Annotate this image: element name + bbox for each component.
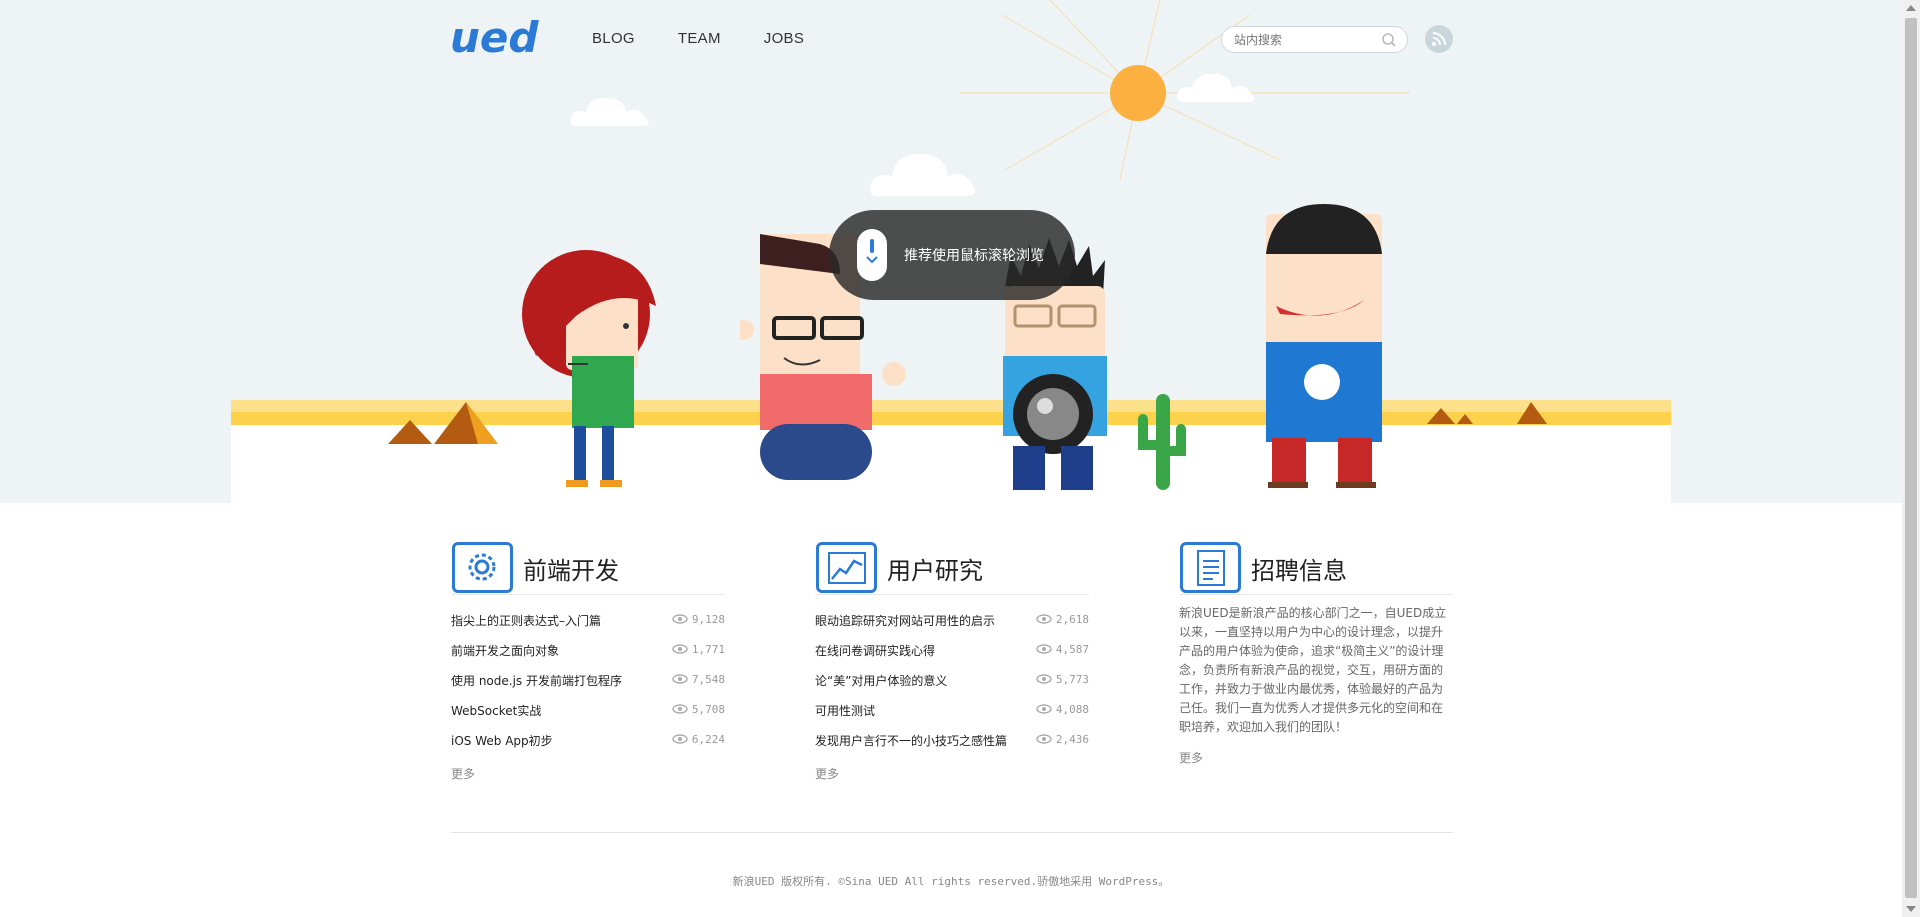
view-count: 4,587 xyxy=(1055,643,1089,656)
list-item: 眼动追踪研究对网站可用性的启示 2,618 xyxy=(815,606,1089,636)
eye-icon xyxy=(1036,644,1052,654)
list-item: 使用 node.js 开发前端打包程序 7,548 xyxy=(451,666,725,696)
scroll-tip: 推荐使用鼠标滚轮浏览 xyxy=(829,210,1075,300)
eye-icon xyxy=(672,614,688,624)
character-red-hair xyxy=(522,250,656,487)
jobs-description: 新浪UED是新浪产品的核心部门之一，自UED成立以来，一直坚持以用户为中心的设计… xyxy=(1179,606,1447,734)
section-header: 用户研究 xyxy=(815,541,1089,595)
main-nav: BLOG TEAM JOBS xyxy=(592,30,804,47)
scrollbar-thumb[interactable] xyxy=(1905,18,1917,898)
nav-jobs[interactable]: JOBS xyxy=(764,30,804,47)
rss-icon xyxy=(1432,32,1446,46)
list-item: 论“美”对用户体验的意义 5,773 xyxy=(815,666,1089,696)
pyramid-icon xyxy=(388,402,498,444)
more-link[interactable]: 更多 xyxy=(1179,749,1453,766)
eye-icon xyxy=(1036,704,1052,714)
list-item: 可用性测试 4,088 xyxy=(815,696,1089,726)
eye-icon xyxy=(1036,614,1052,624)
view-count: 6,224 xyxy=(691,733,725,746)
list-item: 前端开发之面向对象 1,771 xyxy=(451,636,725,666)
article-link[interactable]: iOS Web App初步 xyxy=(451,732,553,749)
section-title: 前端开发 xyxy=(523,558,619,585)
list-item: 指尖上的正则表达式–入门篇 9,128 xyxy=(451,606,725,636)
site-search xyxy=(1221,26,1408,53)
list-item: 发现用户言行不一的小技巧之感性篇 2,436 xyxy=(815,726,1089,756)
section-jobs: 招聘信息 新浪UED是新浪产品的核心部门之一，自UED成立以来，一直坚持以用户为… xyxy=(1179,541,1453,766)
nav-blog[interactable]: BLOG xyxy=(592,30,635,47)
nav-team[interactable]: TEAM xyxy=(678,30,721,47)
cloud-icon xyxy=(570,97,649,126)
article-link[interactable]: 发现用户言行不一的小技巧之感性篇 xyxy=(815,732,1007,749)
article-link[interactable]: 在线问卷调研实践心得 xyxy=(815,642,935,659)
cactus-icon xyxy=(1138,394,1186,490)
footer-copyright: 新浪UED 版权所有. ©Sina UED All rights reserve… xyxy=(732,875,1170,888)
scroll-down-arrow-icon[interactable] xyxy=(1906,906,1916,912)
more-link[interactable]: 更多 xyxy=(451,765,725,782)
gear-icon xyxy=(452,542,513,593)
character-wrench-shirt xyxy=(1266,204,1382,488)
article-link[interactable]: 眼动追踪研究对网站可用性的启示 xyxy=(815,612,995,629)
view-count: 1,771 xyxy=(691,643,725,656)
footer-divider xyxy=(451,832,1453,833)
hero-banner: ued BLOG TEAM JOBS 推荐使用鼠标滚轮浏览 xyxy=(0,0,1902,503)
scroll-tip-text: 推荐使用鼠标滚轮浏览 xyxy=(904,247,1044,263)
section-user-research: 用户研究 眼动追踪研究对网站可用性的启示 2,618 在线问卷调研实践心得 4,58… xyxy=(815,541,1089,782)
article-link[interactable]: 前端开发之面向对象 xyxy=(451,642,559,659)
mouse-icon xyxy=(857,229,887,281)
cloud-icon xyxy=(870,153,975,196)
section-header: 招聘信息 xyxy=(1179,541,1453,595)
more-link[interactable]: 更多 xyxy=(815,765,1089,782)
article-list: 眼动追踪研究对网站可用性的启示 2,618 在线问卷调研实践心得 4,587 论“美… xyxy=(815,606,1089,756)
view-count: 2,618 xyxy=(1055,613,1089,626)
article-link[interactable]: 论“美”对用户体验的意义 xyxy=(815,672,947,689)
pyramid-icon xyxy=(1427,402,1547,424)
rss-button[interactable] xyxy=(1425,25,1453,53)
search-input[interactable] xyxy=(1234,31,1374,49)
section-title: 用户研究 xyxy=(887,558,983,585)
svg-text:ued: ued xyxy=(450,18,539,60)
eye-icon xyxy=(672,704,688,714)
eye-icon xyxy=(672,644,688,654)
view-count: 5,773 xyxy=(1055,673,1089,686)
eye-icon xyxy=(672,734,688,744)
notepad-icon xyxy=(1180,542,1241,593)
list-item: iOS Web App初步 6,224 xyxy=(451,726,725,756)
article-link[interactable]: 可用性测试 xyxy=(815,702,875,719)
section-header: 前端开发 xyxy=(451,541,725,595)
search-icon[interactable] xyxy=(1381,32,1397,48)
article-list: 指尖上的正则表达式–入门篇 9,128 前端开发之面向对象 1,771 使用 nod… xyxy=(451,606,725,756)
section-frontend: 前端开发 指尖上的正则表达式–入门篇 9,128 前端开发之面向对象 1,771 使… xyxy=(451,541,725,782)
eye-icon xyxy=(1036,674,1052,684)
ued-logo[interactable]: ued xyxy=(450,18,560,60)
chart-icon xyxy=(816,542,877,593)
view-count: 4,088 xyxy=(1055,703,1089,716)
page-scrollbar[interactable] xyxy=(1902,0,1920,917)
article-link[interactable]: 指尖上的正则表达式–入门篇 xyxy=(451,612,601,629)
section-title: 招聘信息 xyxy=(1251,558,1347,585)
list-item: WebSocket实战 5,708 xyxy=(451,696,725,726)
scroll-up-arrow-icon[interactable] xyxy=(1906,5,1916,11)
list-item: 在线问卷调研实践心得 4,587 xyxy=(815,636,1089,666)
article-link[interactable]: WebSocket实战 xyxy=(451,702,541,719)
view-count: 2,436 xyxy=(1055,733,1089,746)
view-count: 5,708 xyxy=(691,703,725,716)
view-count: 7,548 xyxy=(691,673,725,686)
eye-icon xyxy=(672,674,688,684)
article-link[interactable]: 使用 node.js 开发前端打包程序 xyxy=(451,672,622,689)
cloud-icon xyxy=(1176,73,1255,102)
eye-icon xyxy=(1036,734,1052,744)
view-count: 9,128 xyxy=(691,613,725,626)
